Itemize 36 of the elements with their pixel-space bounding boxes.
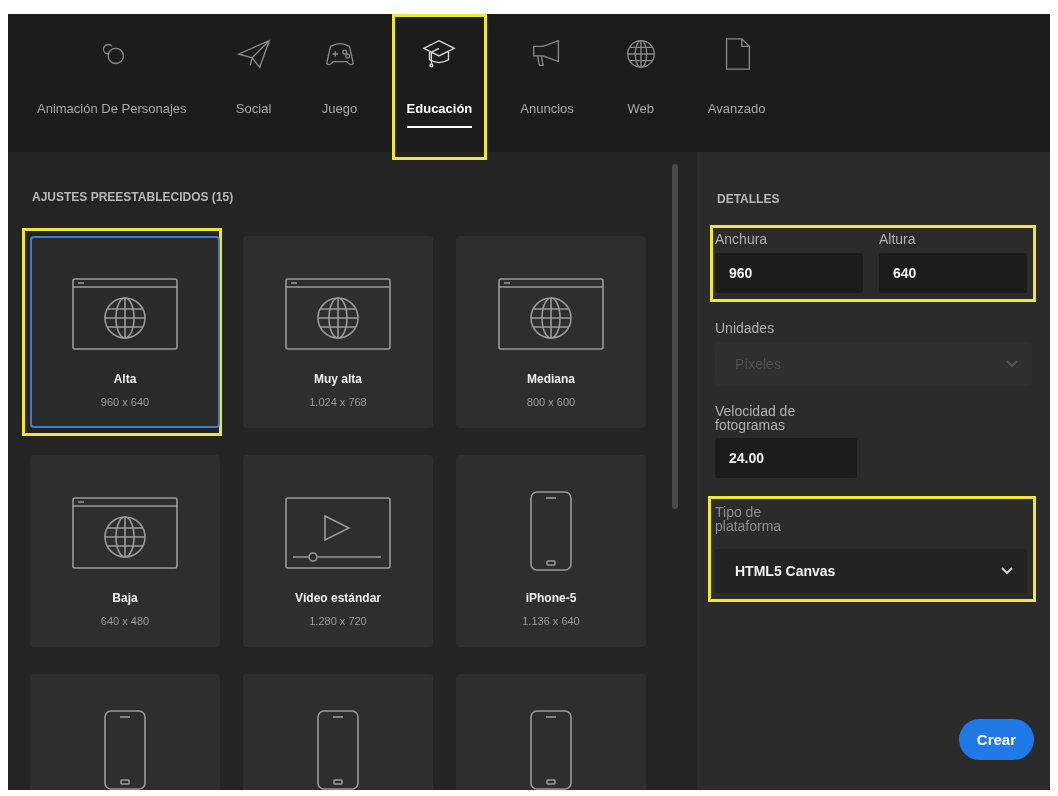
preset-name: Vídeo estándar [295, 591, 381, 605]
field-label: Unidades [715, 320, 776, 336]
input-field[interactable]: 24.00 [715, 438, 857, 478]
preset-size: 800 x 600 [526, 396, 576, 408]
preset-size: 960 x 640 [100, 396, 150, 408]
preset-size: 1.024 x 768 [309, 396, 367, 408]
field-label: Velocidad de fotogramas [715, 404, 797, 432]
preset-size: 1.280 x 720 [309, 615, 367, 627]
category-tab[interactable]: Animación De Personajes [22, 14, 202, 160]
preset-card[interactable]: Alta 960 x 640 [30, 236, 220, 428]
category-tab[interactable]: Social [219, 14, 288, 160]
preset-size: 640 x 480 [100, 615, 150, 627]
preset-name: Baja [112, 591, 138, 605]
preset-name: Mediana [527, 372, 575, 386]
category-tab[interactable]: Juego [305, 14, 374, 160]
field-label: Anchura [715, 231, 769, 247]
create-button[interactable]: Crear [958, 719, 1034, 760]
preset-name: Alta [113, 372, 137, 386]
platform-dropdown[interactable]: HTML5 Canvas [715, 549, 1027, 593]
category-tab[interactable]: Web [606, 14, 675, 160]
field-label: Altura [879, 231, 917, 247]
preset-card[interactable]: Mediana 800 x 600 [456, 236, 646, 428]
preset-card[interactable]: Vídeo estándar 1.280 x 720 [243, 455, 433, 647]
input-field[interactable]: 960 [715, 253, 863, 293]
field-label: Tipo de plataforma [715, 505, 783, 533]
preset-name: Muy alta [314, 372, 362, 386]
preset-card[interactable]: iPhone-5 1.136 x 640 [456, 455, 646, 647]
input-field[interactable]: 640 [879, 253, 1027, 293]
preset-card[interactable]: Baja 640 x 480 [30, 455, 220, 647]
preset-card[interactable]: Muy alta 1.024 x 768 [243, 236, 433, 428]
preset-name: iPhone-5 [525, 591, 577, 605]
category-tab[interactable]: Avanzado [692, 14, 781, 160]
section-heading: AJUSTES PREESTABLECIDOS (15) [32, 190, 235, 204]
preset-size: 1.136 x 640 [522, 615, 580, 627]
section-heading: DETALLES [717, 192, 781, 206]
category-tab[interactable]: Anuncios [505, 14, 589, 160]
